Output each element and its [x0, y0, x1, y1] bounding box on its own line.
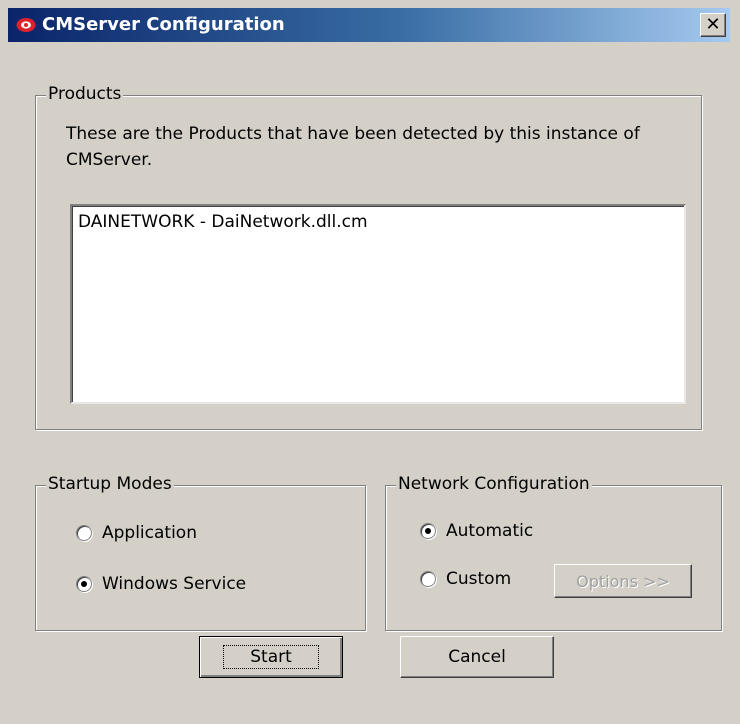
close-button[interactable]: ✕ — [700, 13, 726, 37]
network-configuration-legend: Network Configuration — [396, 474, 592, 494]
products-description: These are the Products that have been de… — [66, 124, 640, 170]
radio-application[interactable]: Application — [76, 523, 197, 543]
radio-custom[interactable]: Custom — [420, 569, 511, 589]
options-button[interactable]: Options >> — [554, 564, 692, 598]
radio-button[interactable] — [76, 576, 92, 592]
start-button-label: Start — [223, 645, 319, 669]
startup-modes-legend: Startup Modes — [46, 474, 174, 494]
radio-button[interactable] — [420, 523, 436, 539]
window-title: CMServer Configuration — [42, 14, 285, 35]
radio-label-automatic: Automatic — [446, 521, 534, 541]
config-dialog: CMServer Configuration ✕ Products These … — [0, 0, 740, 724]
startup-modes-group: Startup Modes Application Windows Servic… — [35, 474, 366, 631]
radio-label-custom: Custom — [446, 569, 512, 589]
radio-label-application: Application — [102, 523, 197, 543]
list-item[interactable]: DAINETWORK - DaiNetwork.dll.cm — [78, 212, 368, 232]
products-listbox[interactable]: DAINETWORK - DaiNetwork.dll.cm — [70, 204, 686, 404]
radio-automatic[interactable]: Automatic — [420, 521, 533, 541]
radio-windows-service[interactable]: Windows Service — [76, 574, 246, 594]
products-legend: Products — [46, 84, 124, 104]
radio-label-windows-service: Windows Service — [102, 574, 247, 594]
close-icon: ✕ — [705, 14, 721, 35]
products-group: Products These are the Products that hav… — [35, 84, 702, 430]
start-button[interactable]: Start — [199, 636, 343, 678]
network-configuration-group: Network Configuration Automatic Custom O… — [385, 474, 722, 631]
eye-logo-icon — [16, 18, 36, 32]
radio-button[interactable] — [76, 525, 92, 541]
title-bar[interactable]: CMServer Configuration ✕ — [8, 8, 730, 42]
radio-button[interactable] — [420, 571, 436, 587]
cancel-button[interactable]: Cancel — [400, 636, 554, 678]
